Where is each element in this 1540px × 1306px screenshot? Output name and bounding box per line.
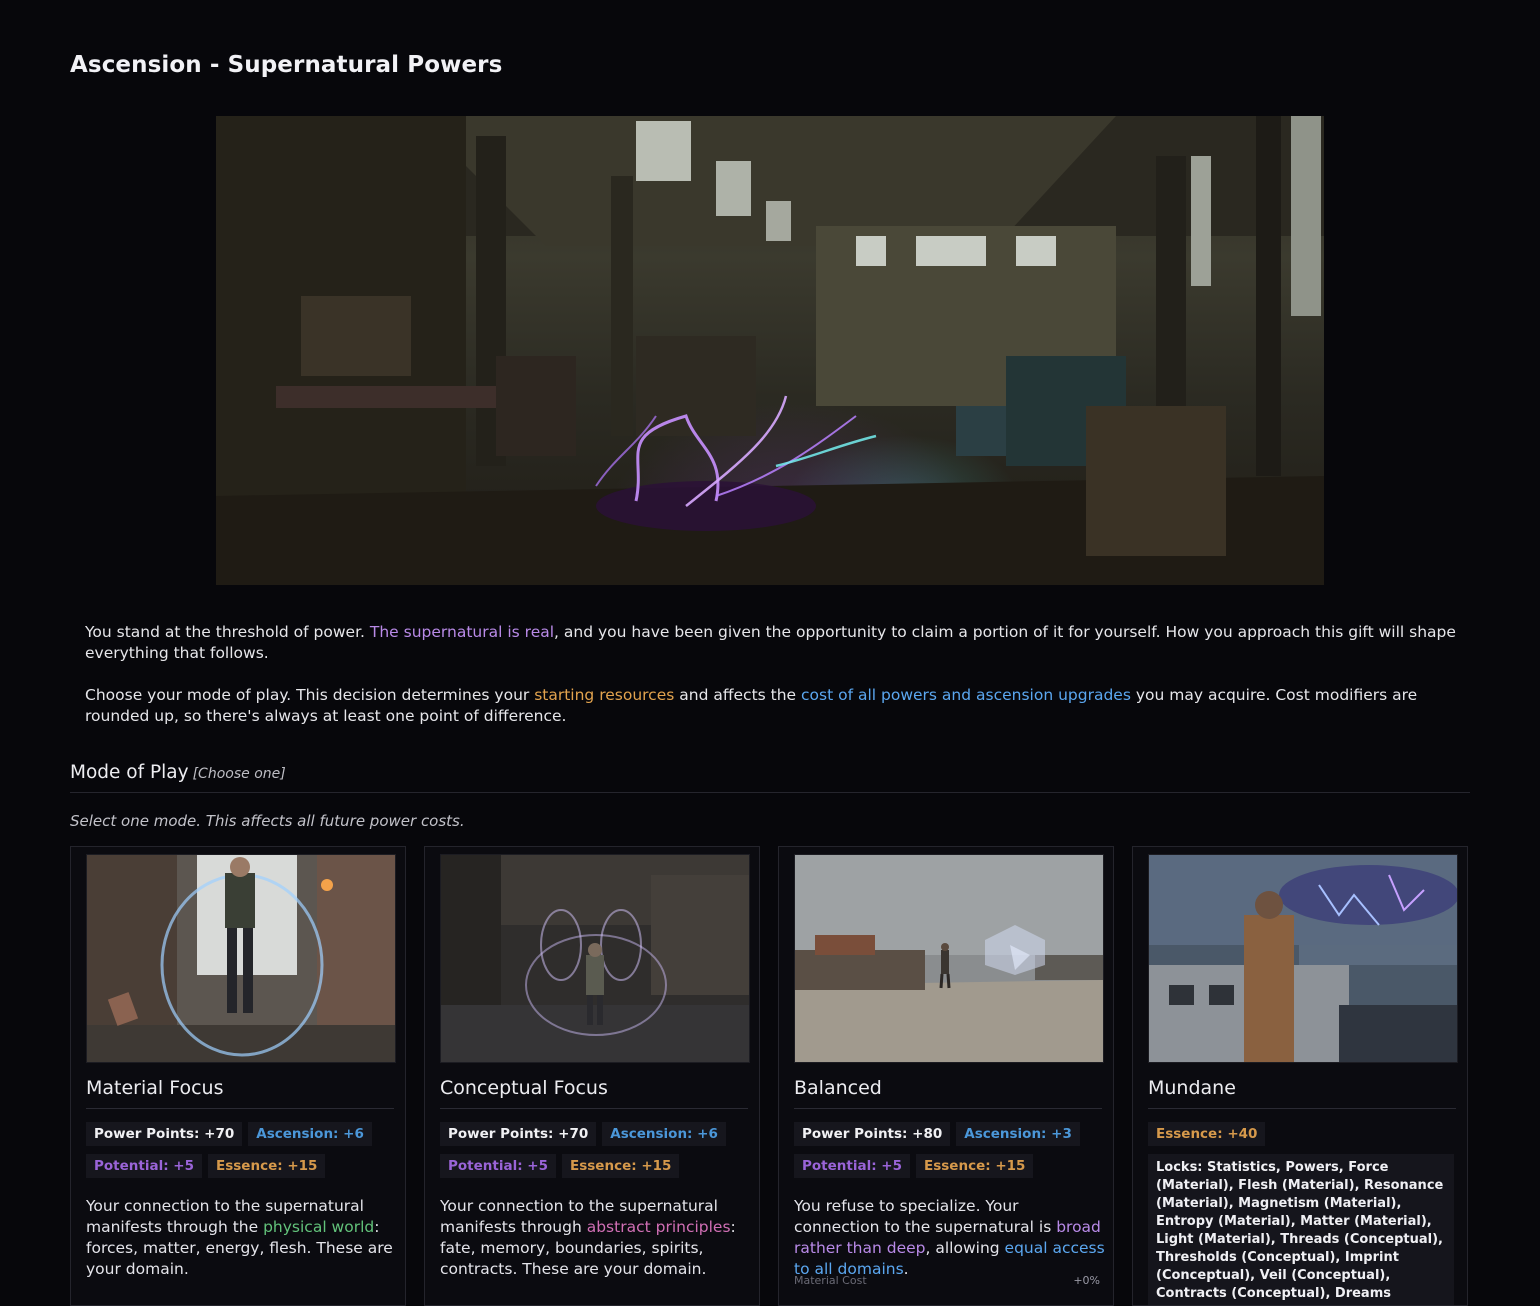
- badge-power-points: Power Points: +80: [794, 1122, 951, 1146]
- card-title: Material Focus: [86, 1077, 224, 1099]
- material-cost-row: Material Cost +0%: [794, 1274, 1100, 1287]
- highlight-supernatural-real: The supernatural is real: [369, 623, 555, 641]
- intro-paragraph-1: You stand at the threshold of power. The…: [85, 623, 1456, 662]
- badge-potential: Potential: +5: [440, 1154, 557, 1178]
- card-divider: [794, 1108, 1102, 1109]
- card-badges: Power Points: +70 Ascension: +6 Potential…: [86, 1122, 396, 1186]
- badge-potential: Potential: +5: [86, 1154, 203, 1178]
- badge-ascension: Ascension: +3: [956, 1122, 1080, 1146]
- badge-potential: Potential: +5: [794, 1154, 911, 1178]
- mode-card-balanced[interactable]: Balanced Power Points: +80 Ascension: +3 …: [778, 846, 1114, 1306]
- material-cost-label: Material Cost: [794, 1274, 867, 1287]
- badge-essence: Essence: +40: [1148, 1122, 1266, 1146]
- page-title: Ascension - Supernatural Powers: [70, 52, 503, 78]
- card-divider: [1148, 1108, 1456, 1109]
- badge-ascension: Ascension: +6: [248, 1122, 372, 1146]
- card-badges: Essence: +40: [1148, 1122, 1458, 1154]
- mode-card-mundane[interactable]: Mundane Essence: +40 Locks: Statistics, …: [1132, 846, 1468, 1306]
- badge-essence: Essence: +15: [562, 1154, 680, 1178]
- highlight-cost-all-powers: cost of all powers and ascension upgrade…: [801, 686, 1131, 704]
- intro-paragraph-2: Choose your mode of play. This decision …: [85, 686, 1418, 725]
- section-divider: [70, 792, 1470, 793]
- card-badges: Power Points: +80 Ascension: +3 Potential…: [794, 1122, 1104, 1186]
- card-divider: [440, 1108, 748, 1109]
- card-title: Conceptual Focus: [440, 1077, 608, 1099]
- card-description: Your connection to the supernatural mani…: [86, 1197, 393, 1278]
- card-image-material: [86, 854, 396, 1063]
- badge-essence: Essence: +15: [916, 1154, 1034, 1178]
- card-badges: Power Points: +70 Ascension: +6 Potential…: [440, 1122, 750, 1186]
- section-subhint: Select one mode. This affects all future…: [70, 812, 465, 830]
- card-title: Balanced: [794, 1077, 882, 1099]
- hero-image-abandoned-factory: [216, 116, 1324, 585]
- highlight-abstract-principles: abstract principles: [586, 1218, 731, 1236]
- highlight-starting-resources: starting resources: [534, 686, 675, 704]
- card-title: Mundane: [1148, 1077, 1236, 1099]
- card-image-mundane: [1148, 854, 1458, 1063]
- highlight-physical-world: physical world: [263, 1218, 375, 1236]
- choose-one-hint: [Choose one]: [192, 766, 286, 782]
- badge-essence: Essence: +15: [208, 1154, 326, 1178]
- card-image-balanced: [794, 854, 1104, 1063]
- material-cost-value: +0%: [1073, 1274, 1100, 1287]
- badge-ascension: Ascension: +6: [602, 1122, 726, 1146]
- card-divider: [86, 1108, 394, 1109]
- card-description: You refuse to specialize. Your connectio…: [794, 1197, 1105, 1278]
- locks-list: Locks: Statistics, Powers, Force (Materi…: [1148, 1154, 1454, 1305]
- card-description: Your connection to the supernatural mani…: [440, 1197, 736, 1278]
- badge-power-points: Power Points: +70: [440, 1122, 597, 1146]
- mode-card-conceptual-focus[interactable]: Conceptual Focus Power Points: +70 Ascens…: [424, 846, 760, 1306]
- section-title-mode-of-play: Mode of Play [Choose one]: [70, 762, 286, 783]
- card-image-conceptual: [440, 854, 750, 1063]
- mode-card-material-focus[interactable]: Material Focus Power Points: +70 Ascensio…: [70, 846, 406, 1306]
- badge-power-points: Power Points: +70: [86, 1122, 243, 1146]
